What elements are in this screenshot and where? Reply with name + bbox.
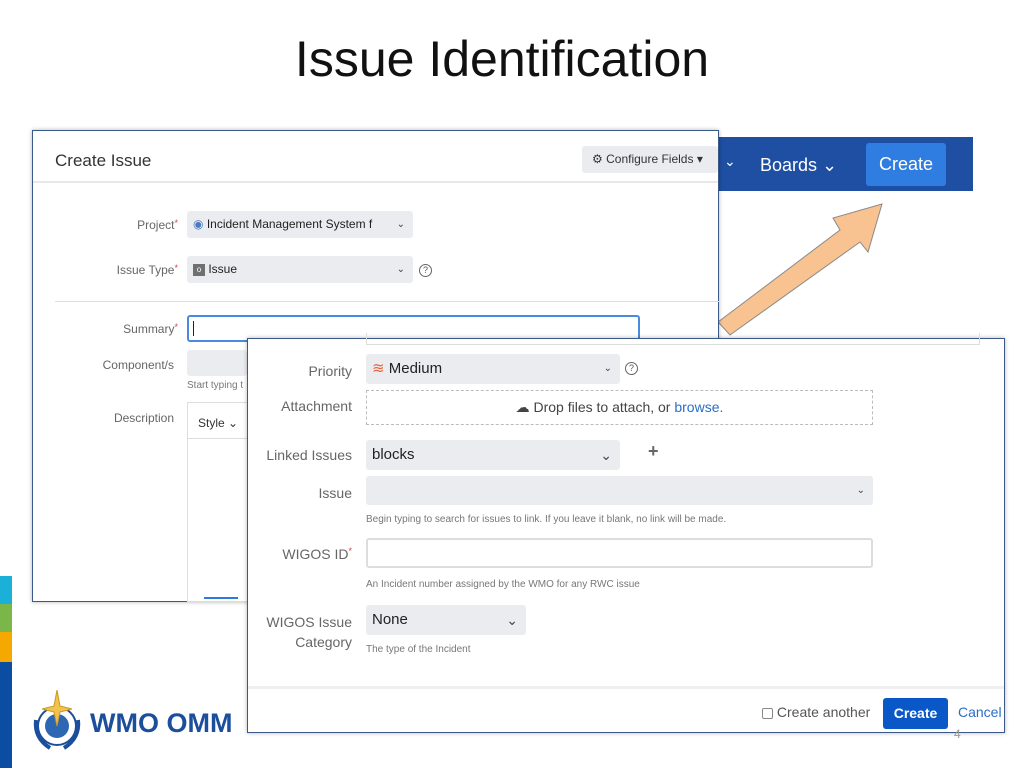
chevron-down-icon: ⌄: [856, 485, 865, 496]
nav-create-button[interactable]: Create: [866, 143, 946, 186]
logo-text: WMO OMM: [90, 708, 233, 738]
color-strip-cyan: [0, 576, 12, 604]
color-strip-orange: [0, 632, 12, 662]
chevron-down-icon: ⌄: [396, 219, 405, 230]
cloud-upload-icon: ☁: [515, 399, 530, 415]
issue-type-icon: o: [193, 263, 205, 276]
create-another-checkbox[interactable]: Create another: [762, 704, 870, 720]
priority-medium-icon: ≋: [372, 360, 385, 377]
component-hint: Start typing t: [187, 380, 244, 391]
attachment-label: Attachment: [281, 398, 352, 414]
project-select[interactable]: ◉ Incident Management System f ⌄: [187, 211, 413, 238]
description-label: Description: [113, 411, 174, 425]
issue-label: Issue: [318, 485, 352, 501]
configure-fields-label: Configure Fields: [606, 152, 694, 166]
project-value: Incident Management System f: [206, 217, 373, 231]
cancel-button[interactable]: Cancel: [958, 704, 1002, 720]
page-number: 4: [954, 727, 961, 741]
chevron-down-icon: ⌄: [600, 447, 612, 463]
project-label: Project*: [137, 218, 178, 232]
chevron-down-icon: ⌄: [506, 612, 518, 628]
color-strip-green: [0, 604, 12, 632]
slide-title: Issue Identification: [294, 31, 710, 87]
boards-label: Boards: [760, 155, 818, 175]
checkbox-icon[interactable]: [762, 707, 773, 719]
wigos-id-label: WIGOS ID*: [282, 546, 352, 562]
help-icon[interactable]: ?: [419, 264, 432, 277]
boards-menu[interactable]: Boards ⌄: [760, 155, 837, 176]
browse-link[interactable]: browse.: [674, 399, 723, 415]
dialog-title: Create Issue: [55, 151, 152, 170]
summary-label: Summary*: [123, 322, 178, 336]
issue-hint: Begin typing to search for issues to lin…: [366, 514, 727, 525]
project-icon: ◉: [193, 217, 204, 231]
wmo-logo: WMO OMM: [30, 689, 232, 757]
attachment-dropzone[interactable]: ☁ Drop files to attach, or browse.: [366, 390, 873, 425]
priority-value: Medium: [388, 360, 443, 377]
jira-navbar: ⌄ Boards ⌄ Create: [718, 137, 973, 191]
configure-fields-button[interactable]: ⚙ Configure Fields ▾: [582, 146, 718, 173]
create-button[interactable]: Create: [883, 698, 948, 729]
color-strip-blue: [0, 662, 12, 768]
issue-type-label: Issue Type*: [116, 263, 178, 277]
wigos-category-hint: The type of the Incident: [366, 644, 471, 655]
wigos-category-label: WIGOS Issue Category: [266, 614, 352, 650]
issue-type-select[interactable]: o Issue ⌄: [187, 256, 413, 283]
create-issue-dialog-detail: Priority ≋ Medium ⌄ ? Attachment ☁ Drop f…: [247, 333, 1005, 734]
help-icon[interactable]: ?: [625, 362, 638, 375]
wigos-category-value: None: [372, 611, 408, 628]
dialog-footer: Create another Create Cancel: [248, 686, 1004, 734]
link-type-select[interactable]: blocks ⌄: [366, 440, 620, 470]
wigos-category-select[interactable]: None ⌄: [366, 605, 526, 635]
wigos-id-input[interactable]: [366, 538, 873, 568]
dialog-header: Create Issue ⚙ Configure Fields ▾: [33, 131, 718, 183]
link-type-value: blocks: [372, 446, 415, 463]
wmo-emblem-icon: [33, 689, 81, 750]
component-input[interactable]: [187, 350, 247, 376]
style-dropdown[interactable]: Style ⌄: [188, 403, 256, 439]
editor-tab-indicator: [204, 597, 238, 599]
gear-icon: ⚙: [592, 152, 603, 166]
component-label: Component/s: [102, 358, 174, 372]
chevron-down-icon[interactable]: ⌄: [724, 153, 736, 170]
issue-type-value: Issue: [208, 262, 238, 276]
issue-select[interactable]: ⌄: [366, 476, 873, 505]
wigos-id-hint: An Incident number assigned by the WMO f…: [366, 579, 640, 590]
chevron-down-icon: ⌄: [603, 363, 612, 374]
add-link-plus-icon[interactable]: +: [648, 441, 659, 462]
priority-select[interactable]: ≋ Medium ⌄: [366, 354, 620, 384]
priority-label: Priority: [308, 363, 352, 379]
partial-field: [366, 333, 980, 345]
arrow-pointer: [717, 203, 883, 336]
chevron-down-icon: ⌄: [396, 264, 405, 275]
linked-issues-label: Linked Issues: [266, 447, 352, 463]
divider: [55, 301, 720, 302]
